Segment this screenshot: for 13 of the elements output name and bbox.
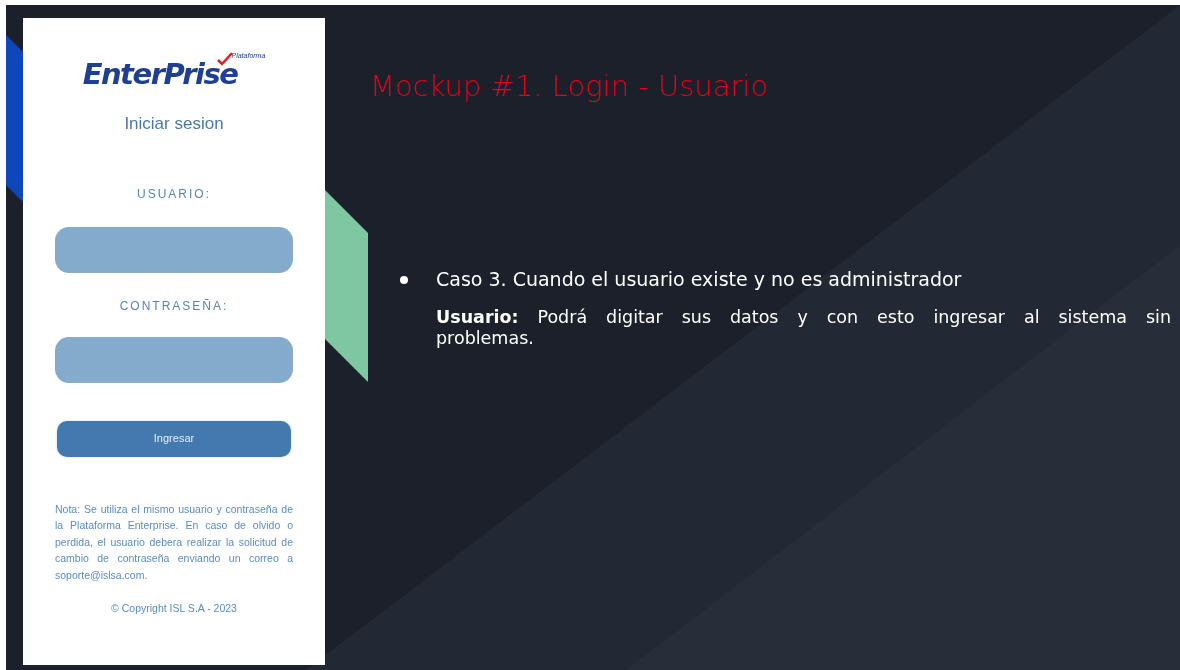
login-button[interactable]: Ingresar [57,420,291,457]
logo-text: EnterPrise [82,60,238,89]
note-text: Nota: Se utiliza el mismo usuario y contraseña de la Plataforma Enterprise. En caso de olvido o perdida, el usuario debera realizar la solicitud de cambio de contraseña enviando un correo a soporte@islsa.com. [55,501,293,583]
field-label: CONTRASEÑA: [119,297,229,315]
input-field[interactable] [55,336,293,383]
bullet-icon [400,275,408,284]
copyright-text: © Copyright ISL S.A - 2023 [111,601,237,616]
login-heading: Iniciar sesion [124,113,224,135]
input-field[interactable] [55,226,293,273]
bullet-heading: Caso 3. Cuando el usuario existe y no es administrador [436,266,963,292]
field-label: USUARIO: [137,185,211,203]
bullet-body: Usuario: Podrá digitar sus datos y con esto ingresar al sistema sin problemas. [436,307,1171,349]
slide-title: Mockup #1. Login - Usuario [370,68,770,105]
